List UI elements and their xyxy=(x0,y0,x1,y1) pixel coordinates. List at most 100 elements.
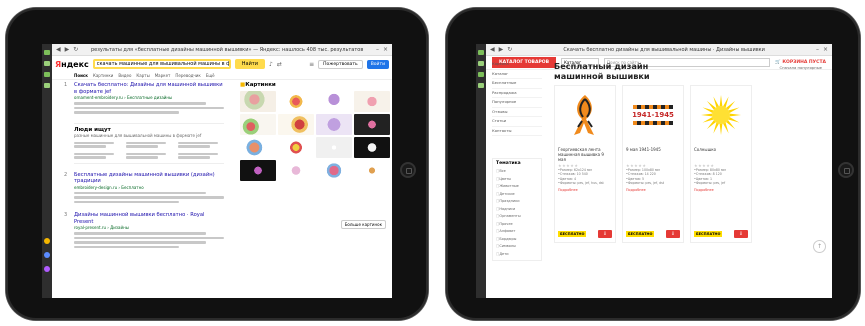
filter-checkbox[interactable]: Орнаменты xyxy=(496,213,538,221)
result-url[interactable]: embroidery-design.ru › Бесплатно xyxy=(74,185,224,190)
result-title[interactable]: Дизайны машинной вышивки бесплатно · Roy… xyxy=(74,212,224,225)
sidebar-status-icon[interactable] xyxy=(44,252,50,258)
search-result[interactable]: 1 Скачать бесплатно: Дизайны для машинно… xyxy=(64,82,224,114)
image-thumbnail[interactable] xyxy=(316,137,352,158)
product-card[interactable]: Георгиевская лента машинная вышивка 9 ма… xyxy=(554,85,616,243)
product-image[interactable] xyxy=(694,89,748,141)
image-thumbnail[interactable] xyxy=(316,91,352,112)
image-thumbnail[interactable] xyxy=(354,91,390,112)
tab-0[interactable]: Поиск xyxy=(74,73,88,78)
tab-2[interactable]: Видео xyxy=(118,73,131,78)
login-button[interactable]: Войти xyxy=(366,59,389,69)
download-button[interactable]: ⇓ xyxy=(666,230,680,238)
image-thumbnail[interactable] xyxy=(240,91,276,112)
filter-checkbox[interactable]: Прочее xyxy=(496,221,538,229)
sidebar-app-icon[interactable] xyxy=(478,61,484,66)
search-input[interactable]: скачать машинные для вышивальной машины … xyxy=(92,59,231,69)
filter-checkbox[interactable]: Цветы xyxy=(496,176,538,184)
sidebar-item[interactable]: Отзывы xyxy=(492,108,542,117)
reload-icon[interactable]: ↻ xyxy=(507,46,512,53)
sidebar-status-icon[interactable] xyxy=(44,266,50,272)
sidebar-app-icon[interactable] xyxy=(44,61,50,66)
result-title[interactable]: Скачать бесплатно: Дизайны для машинной … xyxy=(74,82,224,95)
image-thumbnail[interactable] xyxy=(278,114,314,135)
tab-1[interactable]: Картинки xyxy=(93,73,113,78)
tab-3[interactable]: Карты xyxy=(136,73,149,78)
sidebar-item[interactable]: Популярное xyxy=(492,98,542,108)
filter-checkbox[interactable]: Дети xyxy=(496,251,538,259)
close-icon[interactable]: × xyxy=(383,46,388,53)
menu-icon[interactable]: ≡ xyxy=(309,61,314,68)
suggestion-item[interactable] xyxy=(74,152,120,160)
sidebar-item[interactable]: Корзина xyxy=(492,60,542,70)
product-name[interactable]: 9 мая 1941-1945 xyxy=(626,147,680,163)
sidebar-app-icon[interactable] xyxy=(478,72,484,77)
image-thumbnail[interactable] xyxy=(354,160,390,181)
image-search-icon[interactable]: ⇄ xyxy=(277,61,282,68)
product-details-link[interactable]: Подробнее xyxy=(626,188,680,192)
image-thumbnail[interactable] xyxy=(354,114,390,135)
search-result[interactable]: 2 Бесплатные дизайны машинной вышивки (д… xyxy=(64,172,224,203)
sidebar-item[interactable]: Бесплатные xyxy=(492,79,542,89)
sidebar-app-icon[interactable] xyxy=(44,50,50,55)
filter-checkbox[interactable]: Праздники xyxy=(496,198,538,206)
more-images-button[interactable]: Больше картинок xyxy=(340,220,386,229)
image-thumbnail[interactable] xyxy=(278,160,314,181)
download-button[interactable]: ⇓ xyxy=(598,230,612,238)
image-thumbnail[interactable] xyxy=(240,114,276,135)
minimize-icon[interactable]: – xyxy=(816,46,819,53)
voice-search-icon[interactable]: ♪ xyxy=(269,61,273,68)
forward-icon[interactable]: ▶ xyxy=(65,46,70,53)
product-card[interactable]: Солнышко★★★★★Размер: 80x80 ммСтежков: 8 … xyxy=(690,85,752,243)
image-thumbnail[interactable] xyxy=(240,137,276,158)
result-url[interactable]: ornament-embroidery.ru › Бесплатные диза… xyxy=(74,95,224,100)
product-details-link[interactable]: Подробнее xyxy=(694,188,748,192)
sidebar-item[interactable]: Распродажа xyxy=(492,89,542,98)
back-icon[interactable]: ◀ xyxy=(56,46,61,53)
scroll-up-icon[interactable]: ↑ xyxy=(813,240,826,253)
image-thumbnail[interactable] xyxy=(278,91,314,112)
image-thumbnail[interactable] xyxy=(316,114,352,135)
filter-checkbox[interactable]: Алфавит xyxy=(496,228,538,236)
result-title[interactable]: Бесплатные дизайны машинной вышивки (диз… xyxy=(74,172,224,185)
sidebar-app-icon[interactable] xyxy=(478,83,484,88)
donate-button[interactable]: Пожертвовать xyxy=(318,59,363,69)
tab-4[interactable]: Маркет xyxy=(155,73,171,78)
close-icon[interactable]: × xyxy=(823,46,828,53)
sidebar-item[interactable]: Статьи xyxy=(492,117,542,127)
filter-checkbox[interactable]: Надписи xyxy=(496,206,538,214)
product-image[interactable]: 1941-1945 xyxy=(626,89,680,141)
forward-icon[interactable]: ▶ xyxy=(499,46,504,53)
find-button[interactable]: Найти xyxy=(234,59,266,69)
home-button[interactable] xyxy=(838,162,854,178)
filter-checkbox[interactable]: Символы xyxy=(496,243,538,251)
product-image[interactable] xyxy=(558,89,612,141)
sidebar-item[interactable]: Контакты xyxy=(492,127,542,136)
sidebar-app-icon[interactable] xyxy=(44,72,50,77)
image-thumbnail[interactable] xyxy=(354,137,390,158)
suggestion-item[interactable] xyxy=(126,152,172,160)
tab-5[interactable]: Переводчик xyxy=(175,73,200,78)
product-name[interactable]: Солнышко xyxy=(694,147,748,163)
suggestion-item[interactable] xyxy=(74,141,120,149)
home-button[interactable] xyxy=(400,162,416,178)
sidebar-app-icon[interactable] xyxy=(478,50,484,55)
sidebar-status-icon[interactable] xyxy=(44,238,50,244)
product-card[interactable]: 1941-19459 мая 1941-1945★★★★★Размер: 100… xyxy=(622,85,684,243)
result-url[interactable]: royal-present.ru › Дизайны xyxy=(74,225,224,230)
image-thumbnail[interactable] xyxy=(316,160,352,181)
sidebar-item[interactable]: Каталог xyxy=(492,70,542,79)
filter-checkbox[interactable]: Животные xyxy=(496,183,538,191)
back-icon[interactable]: ◀ xyxy=(490,46,495,53)
product-details-link[interactable]: Подробнее xyxy=(558,188,612,192)
filter-checkbox[interactable]: Детские xyxy=(496,191,538,199)
images-title[interactable]: Картинки xyxy=(240,82,390,88)
image-thumbnail[interactable] xyxy=(240,160,276,181)
product-name[interactable]: Георгиевская лента машинная вышивка 9 ма… xyxy=(558,147,612,163)
suggestion-item[interactable] xyxy=(178,152,224,160)
yandex-logo[interactable]: Яндекс xyxy=(55,60,89,69)
filter-checkbox[interactable]: Бордюры xyxy=(496,236,538,244)
suggestion-item[interactable] xyxy=(178,141,224,149)
image-thumbnail[interactable] xyxy=(278,137,314,158)
download-button[interactable]: ⇓ xyxy=(734,230,748,238)
